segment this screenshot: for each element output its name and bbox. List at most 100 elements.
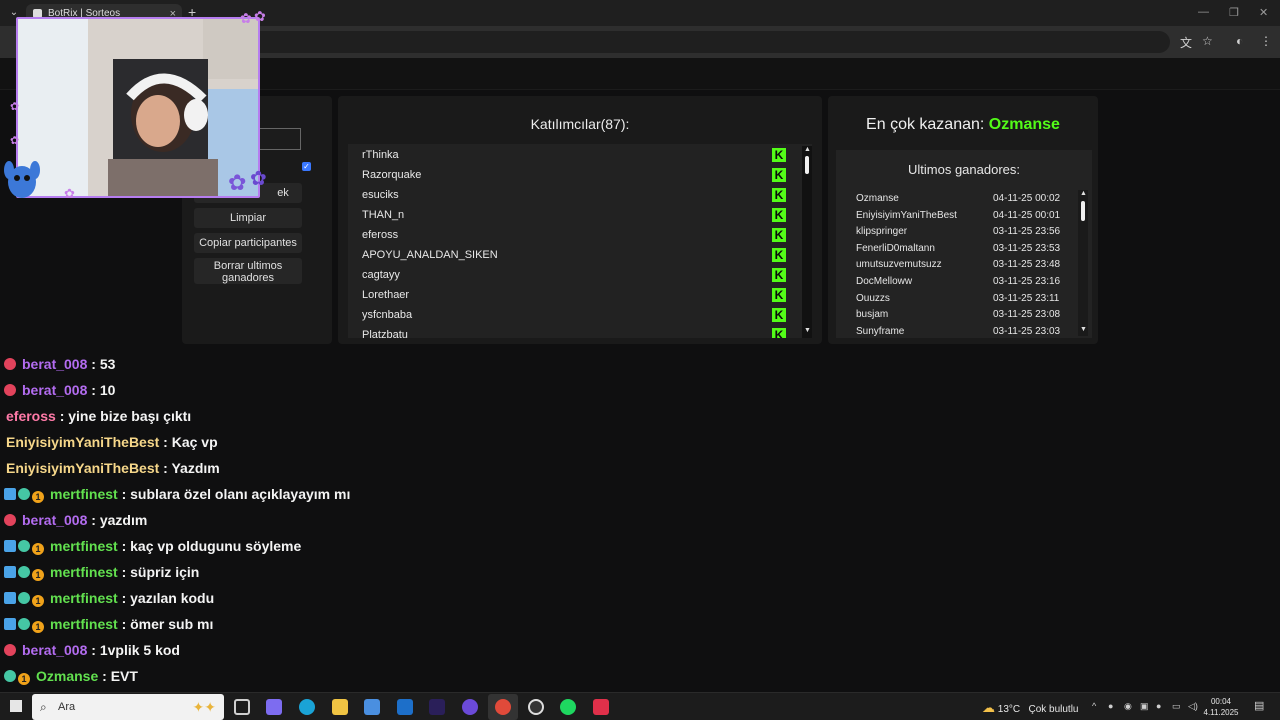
discord-icon[interactable] <box>462 699 478 715</box>
chat-text: : Yazdım <box>159 460 220 476</box>
participant-row[interactable]: APOYU_ANALDAN_SIKEN K <box>362 245 786 265</box>
participants-scrollbar[interactable]: ▲ ▼ <box>802 146 812 338</box>
clock[interactable]: 00:04 4.11.2025 <box>1202 696 1240 718</box>
chat-username[interactable]: Ozmanse <box>36 668 98 684</box>
network-icon[interactable]: ▭ <box>1172 701 1181 712</box>
winner-row: Sunyframe 03-11-25 23:03 <box>856 324 1076 340</box>
kebab-menu-icon[interactable]: ⋮ <box>1260 34 1272 48</box>
chat-text: : ömer sub mı <box>117 616 214 632</box>
chat-username[interactable]: berat_008 <box>22 512 87 528</box>
clear-winners-button[interactable]: Borrar ultimos ganadores <box>194 258 302 284</box>
outlook-icon[interactable] <box>397 699 413 715</box>
sub-badge-icon <box>4 670 16 682</box>
participant-name: Lorethaer <box>362 289 410 301</box>
sub-badge-icon <box>18 618 30 630</box>
scroll-thumb[interactable] <box>1081 201 1085 221</box>
devil-badge-icon <box>4 514 16 526</box>
flower-decoration-icon: ✿ <box>254 8 266 24</box>
participant-row[interactable]: cagtayy K <box>362 265 786 285</box>
obs-icon[interactable] <box>528 699 544 715</box>
participant-input[interactable] <box>254 128 301 150</box>
chat-username[interactable]: berat_008 <box>22 356 87 372</box>
winner-date: 04-11-25 00:02 <box>993 193 1061 204</box>
participant-row[interactable]: esuciks K <box>362 185 786 205</box>
winner-row: DocMelloww 03-11-25 23:16 <box>856 274 1076 290</box>
top-winner-label: En çok kazanan: <box>866 116 985 133</box>
scroll-up-icon[interactable]: ▲ <box>804 146 811 153</box>
date-text: 4.11.2025 <box>1203 708 1239 717</box>
participants-title: Katılımcılar(87): <box>530 116 630 132</box>
premiere-icon[interactable] <box>429 699 445 715</box>
weather-widget[interactable]: ☁ 13°C Çok bulutlu <box>982 700 1079 716</box>
chat-username[interactable]: efeross <box>6 408 56 424</box>
tray-chevron-icon[interactable]: ^ <box>1092 701 1096 711</box>
chat-text: : 53 <box>87 356 116 372</box>
option-checkbox[interactable]: ✓ <box>302 162 311 171</box>
winner-date: 03-11-25 23:11 <box>993 292 1060 304</box>
winner-date: 03-11-25 23:16 <box>993 276 1061 287</box>
chat-username[interactable]: EniyisiyimYaniTheBest <box>6 434 159 450</box>
clear-button[interactable]: Limpiar <box>194 208 302 228</box>
participant-row[interactable]: ysfcnbaba K <box>362 305 786 325</box>
chat-username[interactable]: EniyisiyimYaniTheBest <box>6 460 159 476</box>
edge-icon[interactable] <box>299 699 315 715</box>
scroll-down-icon[interactable]: ▼ <box>1080 326 1087 333</box>
top-winner-name: Ozmanse <box>988 116 1060 133</box>
chat-username[interactable]: mertfinest <box>50 538 118 554</box>
participant-row[interactable]: THAN_n K <box>362 205 786 225</box>
chat-username[interactable]: berat_008 <box>22 382 87 398</box>
translate-icon[interactable]: 文 <box>1180 34 1192 51</box>
profile-icon[interactable]: ◐ <box>1236 34 1243 48</box>
participant-row[interactable]: Razorquake K <box>362 165 786 185</box>
chat-username[interactable]: berat_008 <box>22 642 87 658</box>
devil-badge-icon <box>4 358 16 370</box>
cube-badge-icon <box>4 566 16 578</box>
devil-badge-icon <box>4 384 16 396</box>
scroll-thumb[interactable] <box>805 156 809 174</box>
chat-username[interactable]: mertfinest <box>50 486 118 502</box>
chat-text: : 1vplik 5 kod <box>87 642 180 658</box>
bookmark-star-icon[interactable]: ☆ <box>1202 34 1213 48</box>
chat-username[interactable]: mertfinest <box>50 590 118 606</box>
one-badge-icon: 1 <box>32 621 44 633</box>
participants-list[interactable]: rThinka K Razorquake Kesuciks K THAN_n Keferos… <box>348 144 812 338</box>
chat-username[interactable]: mertfinest <box>50 616 118 632</box>
file-explorer-icon[interactable] <box>332 699 348 715</box>
copilot-icon[interactable] <box>266 699 282 715</box>
one-badge-icon: 1 <box>32 543 44 555</box>
participant-row[interactable]: rThinka K <box>362 145 786 165</box>
kick-icon: K <box>772 288 786 302</box>
participant-row[interactable]: Lorethaer K <box>362 285 786 305</box>
chrome-icon[interactable] <box>495 699 511 715</box>
app-icon[interactable] <box>593 699 609 715</box>
start-button[interactable] <box>10 700 22 712</box>
task-view-icon[interactable] <box>234 699 250 715</box>
cube-badge-icon <box>4 488 16 500</box>
microphone-icon[interactable]: ● <box>1156 701 1161 711</box>
store-icon[interactable] <box>364 699 380 715</box>
taskbar-search[interactable]: ⌕ Ara ✦✦ <box>32 694 224 720</box>
webcam-image <box>18 19 258 196</box>
tray-app-icon[interactable]: ▣ <box>1140 701 1149 712</box>
copy-participants-button[interactable]: Copiar participantes <box>194 233 302 253</box>
participant-row[interactable]: Platzbatu K <box>362 325 786 338</box>
sub-badge-icon <box>18 488 30 500</box>
one-badge-icon: 1 <box>32 569 44 581</box>
chat-username[interactable]: mertfinest <box>50 564 118 580</box>
winners-scrollbar[interactable]: ▲ ▼ <box>1078 190 1088 336</box>
chat-message: efeross : yine bize başı çıktı <box>4 404 191 428</box>
participant-name: Platzbatu <box>362 329 408 338</box>
close-window-icon[interactable]: ✕ <box>1259 6 1268 19</box>
flower-decoration-icon: ✿ <box>240 10 252 26</box>
sub-badge-icon <box>18 540 30 552</box>
restore-icon[interactable]: ❐ <box>1229 6 1239 19</box>
volume-icon[interactable]: ◁) <box>1188 701 1198 712</box>
spotify-icon[interactable] <box>560 699 576 715</box>
scroll-up-icon[interactable]: ▲ <box>1080 190 1087 197</box>
participant-row[interactable]: efeross K <box>362 225 786 245</box>
minimize-icon[interactable]: — <box>1198 6 1209 18</box>
steam-icon[interactable]: ◉ <box>1124 701 1132 712</box>
notification-icon[interactable]: ▤ <box>1254 699 1264 712</box>
tray-app-icon[interactable]: ● <box>1108 701 1113 711</box>
scroll-down-icon[interactable]: ▼ <box>804 327 811 334</box>
